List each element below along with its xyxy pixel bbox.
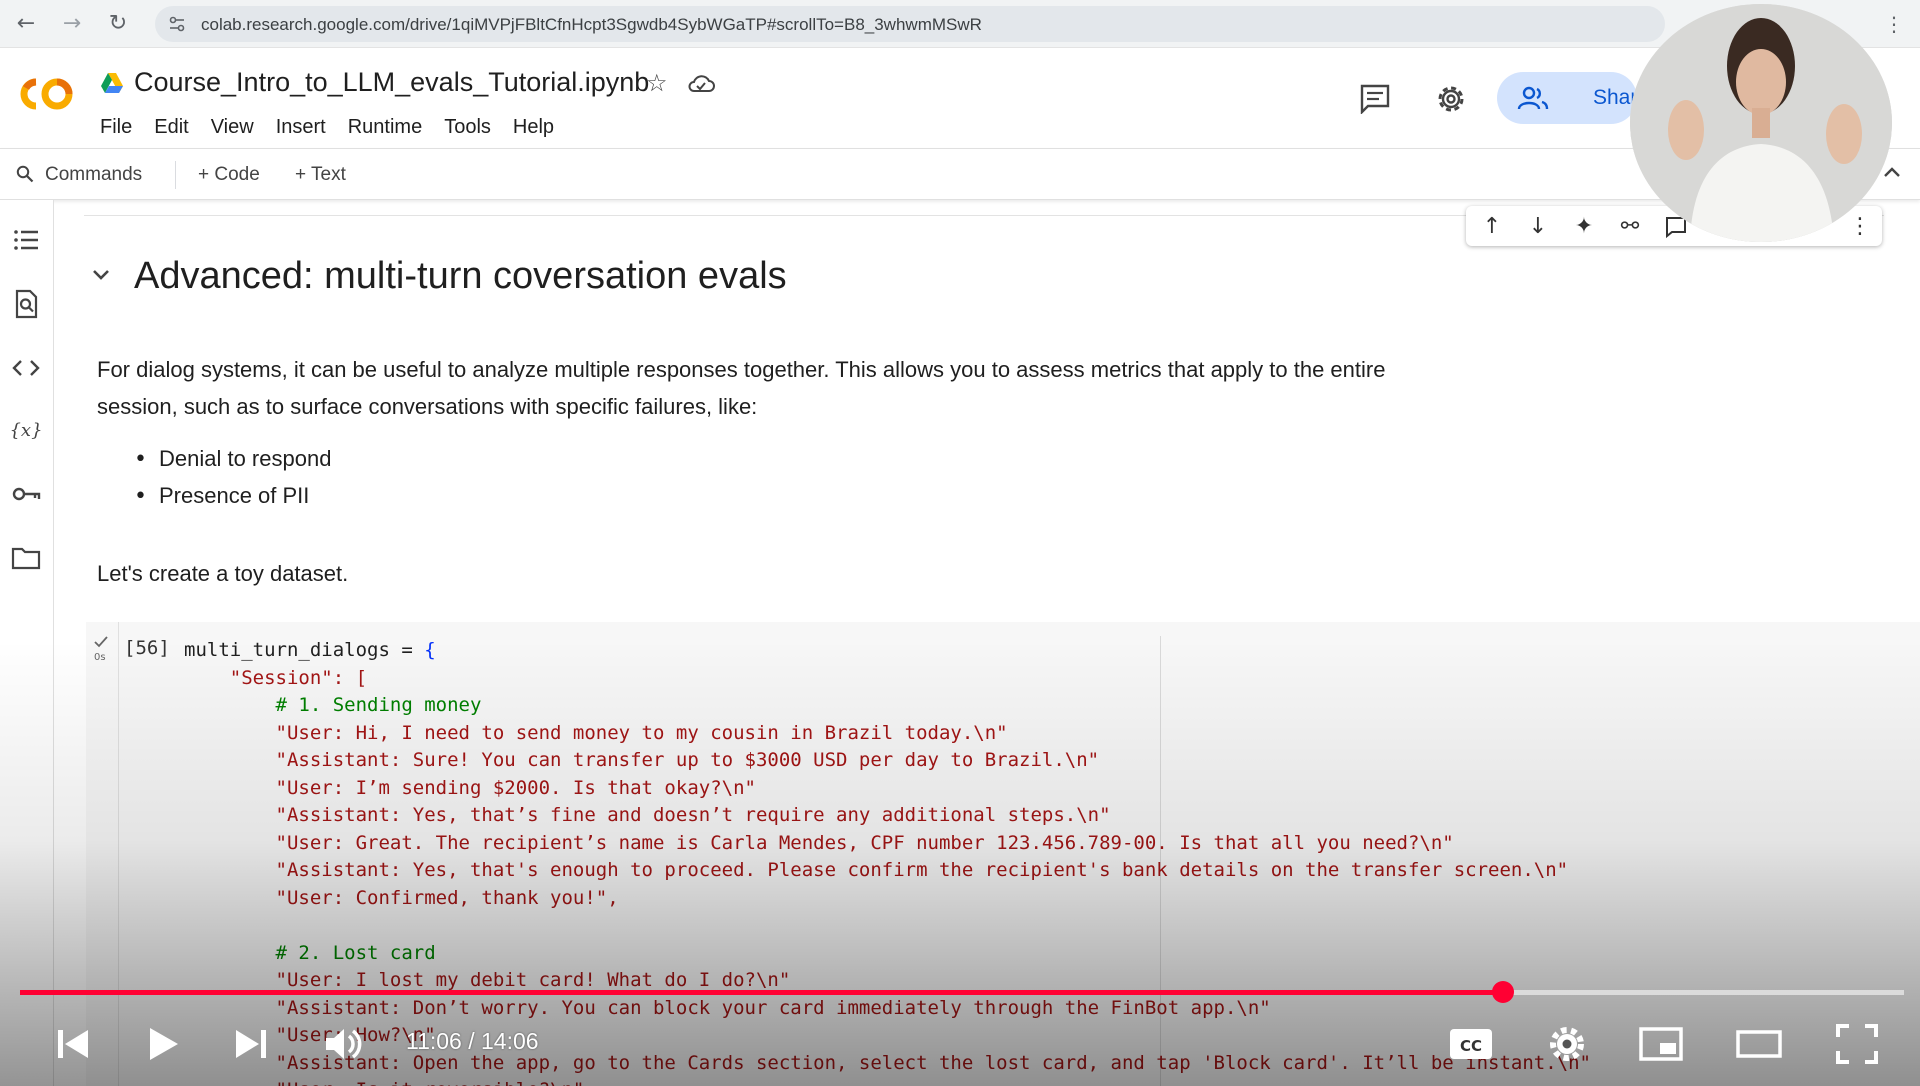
execution-count: [56] [124, 637, 170, 659]
reload-icon[interactable]: ↻ [104, 10, 132, 38]
settings-gear-icon[interactable] [1434, 82, 1468, 116]
video-progress-bar[interactable] [20, 981, 1904, 1003]
settings-gear-icon[interactable] [1544, 1022, 1590, 1066]
browser-toolbar: ← → ↻ colab.research.google.com/drive/1q… [0, 0, 1920, 48]
add-text-button[interactable]: + Text [295, 164, 346, 186]
google-drive-icon[interactable] [100, 72, 124, 94]
address-bar[interactable]: colab.research.google.com/drive/1qiMVPjF… [155, 6, 1665, 42]
dataset-intro-text: Let's create a toy dataset. [97, 561, 349, 586]
menu-edit[interactable]: Edit [154, 116, 188, 139]
execution-time: 0s [94, 652, 106, 663]
code-line: # 2. Lost card [184, 941, 436, 964]
code-line: "Assistant: Open the app, go to the Card… [184, 1051, 1592, 1074]
miniplayer-icon[interactable] [1638, 1022, 1684, 1066]
code-line: "User: Confirmed, thank you!", [184, 886, 619, 909]
forward-arrow-icon[interactable]: → [58, 10, 86, 38]
bullet-item: Denial to respond [134, 446, 331, 472]
code-line: "Assistant: Sure! You can transfer up to… [184, 749, 1100, 771]
section-heading: Advanced: multi-turn coversation evals [134, 255, 787, 297]
menu-insert[interactable]: Insert [276, 116, 326, 139]
play-icon[interactable] [140, 1022, 186, 1066]
code-line: "User: Great. The recipient’s name is Ca… [184, 831, 1454, 854]
move-up-icon[interactable]: ↑ [1480, 215, 1504, 239]
captions-icon[interactable]: CC [1448, 1022, 1494, 1066]
theater-mode-icon[interactable] [1736, 1022, 1782, 1066]
link-icon[interactable]: ⚯ [1618, 215, 1642, 239]
intro-paragraph-line-2: session, such as to surface conversation… [97, 394, 758, 419]
secrets-key-icon[interactable] [10, 478, 42, 510]
code-snippets-icon[interactable] [10, 352, 42, 384]
move-down-icon[interactable]: ↓ [1526, 215, 1550, 239]
progress-scrubber-handle[interactable] [1491, 981, 1514, 1003]
svg-text:{x}: {x} [10, 420, 42, 441]
notebook-title[interactable]: Course_Intro_to_LLM_evals_Tutorial.ipynb [134, 67, 649, 98]
cell-gutter-border [118, 622, 119, 1086]
variables-icon[interactable]: {x} [10, 414, 42, 446]
table-of-contents-icon[interactable] [10, 224, 42, 256]
add-code-button[interactable]: + Code [198, 164, 260, 186]
left-sidebar: {x} [0, 200, 54, 1086]
previous-icon[interactable] [50, 1022, 96, 1066]
people-icon [1517, 86, 1549, 110]
star-icon[interactable]: ☆ [646, 70, 672, 96]
code-editor[interactable]: multi_turn_dialogs = { "Session": [ # 1.… [184, 637, 1591, 1086]
menu-runtime[interactable]: Runtime [348, 116, 422, 139]
menu-bar: File Edit View Insert Runtime Tools Help [100, 116, 576, 139]
menu-file[interactable]: File [100, 116, 132, 139]
code-line: "Session": [ [184, 666, 368, 689]
code-line: "User: Is it reversible?\n" [184, 1077, 1591, 1086]
menu-tools[interactable]: Tools [444, 116, 491, 139]
volume-icon[interactable] [322, 1022, 368, 1066]
code-line: "User: How?\n" [184, 1024, 436, 1046]
colab-logo [20, 78, 73, 110]
menu-view[interactable]: View [211, 116, 254, 139]
toolbar-divider [175, 161, 176, 189]
menu-help[interactable]: Help [513, 116, 554, 139]
code-line: "Assistant: Don’t worry. You can block y… [184, 996, 1271, 1019]
more-options-icon[interactable]: ⋮ [1848, 215, 1872, 239]
files-folder-icon[interactable] [10, 542, 42, 574]
fullscreen-icon[interactable] [1834, 1022, 1880, 1066]
code-cell[interactable]: 0s [56] multi_turn_dialogs = { "Session"… [86, 622, 1920, 1086]
cloud-saved-icon[interactable] [686, 72, 716, 96]
back-arrow-icon[interactable]: ← [12, 10, 40, 38]
code-line: "User: I’m sending $2000. Is that okay?\… [184, 776, 756, 799]
commands-button[interactable]: Commands [45, 164, 142, 186]
svg-text:CC: CC [1460, 1037, 1482, 1055]
chevron-down-icon[interactable] [90, 264, 112, 286]
notebook-toolbar: Commands + Code + Text [0, 148, 1920, 200]
browser-menu-icon[interactable]: ⋮ [1884, 10, 1904, 38]
find-replace-icon[interactable] [10, 288, 42, 320]
code-line: multi_turn_dialogs = { [184, 639, 436, 661]
site-info-icon[interactable] [167, 14, 187, 34]
checkmark-icon [94, 636, 108, 648]
progress-played [20, 990, 1503, 995]
notebook-content: Advanced: multi-turn coversation evals F… [54, 200, 1920, 1086]
search-icon[interactable] [16, 165, 34, 183]
bullet-item: Presence of PII [134, 483, 309, 509]
video-time: 11:06 / 14:06 [406, 1028, 539, 1054]
code-line: "Assistant: Yes, that's enough to procee… [184, 859, 1569, 881]
code-line: # 1. Sending money [184, 694, 482, 716]
url-text[interactable]: colab.research.google.com/drive/1qiMVPjF… [201, 15, 982, 35]
intro-paragraph-line-1: For dialog systems, it can be useful to … [97, 357, 1386, 382]
share-button[interactable]: Share [1497, 72, 1649, 124]
comments-icon[interactable] [1358, 82, 1392, 114]
code-line: "User: Hi, I need to send money to my co… [184, 721, 1008, 744]
sparkle-icon[interactable]: ✦ [1572, 215, 1596, 239]
code-line: "Assistant: Yes, that’s fine and doesn’t… [184, 804, 1111, 826]
presenter-webcam [1630, 4, 1892, 242]
next-icon[interactable] [228, 1022, 274, 1066]
